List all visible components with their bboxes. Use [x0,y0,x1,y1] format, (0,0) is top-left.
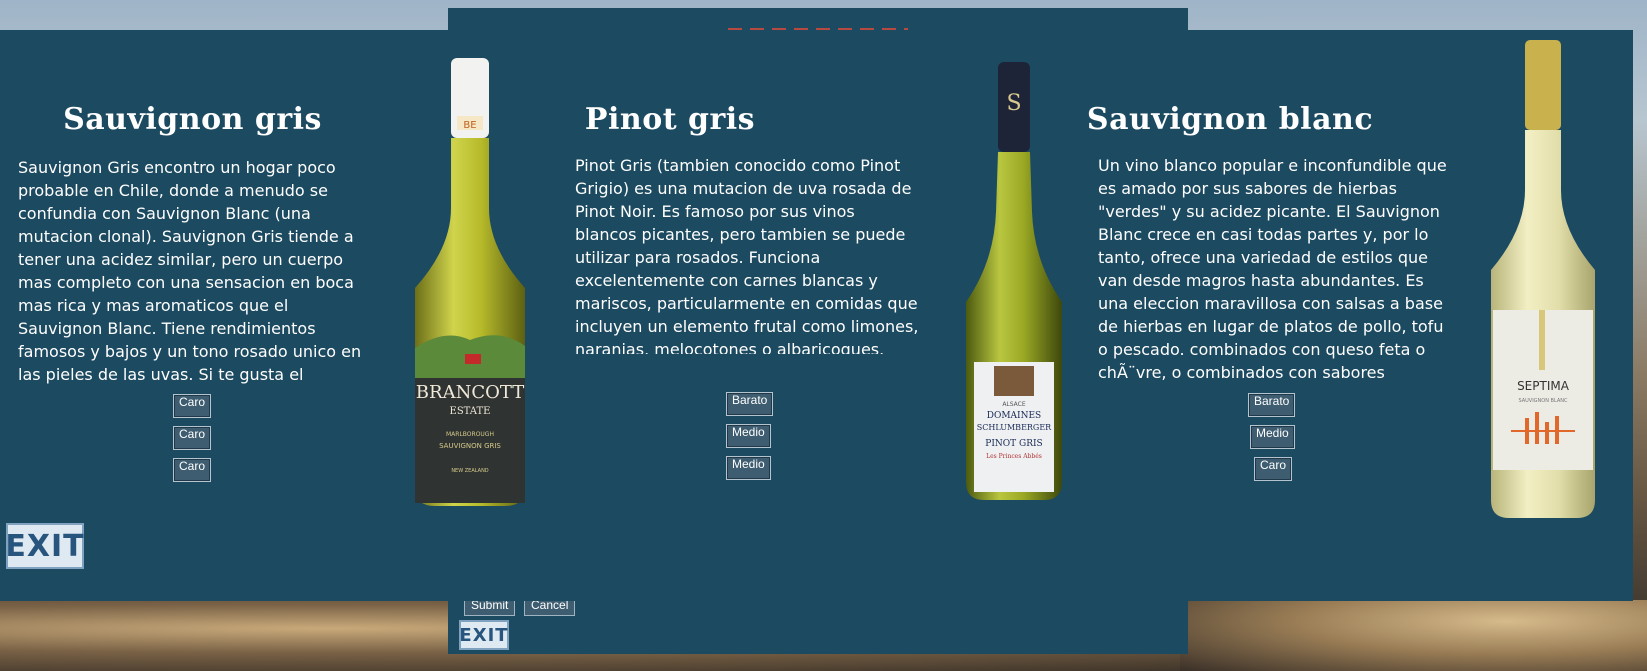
exit-button[interactable]: EXIT [5,523,85,569]
bottle-brand2: SCHLUMBERGER [977,423,1052,432]
price-button[interactable]: Barato [1248,393,1296,417]
wine-title: Sauvignon blanc [1086,102,1374,137]
bottle-line1: ALSACE [1002,401,1026,408]
wine-panel: Sauvignon gris Sauvignon Gris encontro u… [0,30,1633,601]
bottle-brand: BRANCOTT [416,382,524,403]
bottle-line3: NEW ZEALAND [451,468,488,474]
exit-label: EXIT [5,528,85,564]
bottle-image-septima: SEPTIMA SAUVIGNON BLANC [1485,40,1601,520]
bottle-line1: MARLBOROUGH [446,431,494,438]
bottle-line3: Les Princes Abbés [986,453,1042,460]
price-button[interactable]: Medio [1250,425,1295,449]
background-rocks-right [1180,600,1647,671]
bottle-line2: SAUVIGNON GRIS [439,442,501,450]
price-button[interactable]: Caro [173,394,212,418]
wine-description: Sauvignon Gris encontro un hogar poco pr… [18,158,362,384]
bottle-brand: SEPTIMA [1517,379,1570,393]
bottle-brand2: ESTATE [450,406,491,417]
wine-description: Pinot Gris (tambien conocido como Pinot … [575,156,919,354]
wine-card-sauvignon-gris: Sauvignon gris Sauvignon Gris encontro u… [0,30,385,601]
back-exit-button[interactable]: EXIT [459,620,509,650]
bottle-brand: DOMAINES [987,411,1041,421]
bottle-cap-label: S [1006,91,1021,116]
price-button[interactable]: Barato [726,392,774,416]
price-button[interactable]: Medio [726,424,771,448]
bottle-cap-label: BE [463,120,476,131]
price-button[interactable]: Caro [173,458,212,482]
bottle-line2: PINOT GRIS [985,439,1042,449]
wine-card-sauvignon-blanc: Sauvignon blanc Un vino blanco popular e… [1087,30,1470,601]
price-button[interactable]: Caro [1254,457,1293,481]
price-button[interactable]: Caro [173,426,212,450]
wine-title: Sauvignon gris [63,102,322,137]
wine-card-pinot-gris: Pinot gris Pinot Gris (tambien conocido … [560,30,940,601]
price-button[interactable]: Medio [726,456,771,480]
back-exit-label: EXIT [459,624,509,646]
wine-description: Un vino blanco popular e inconfundible q… [1098,156,1447,382]
bottle-brand2: SAUVIGNON BLANC [1518,398,1568,404]
wine-title: Pinot gris [584,102,756,137]
